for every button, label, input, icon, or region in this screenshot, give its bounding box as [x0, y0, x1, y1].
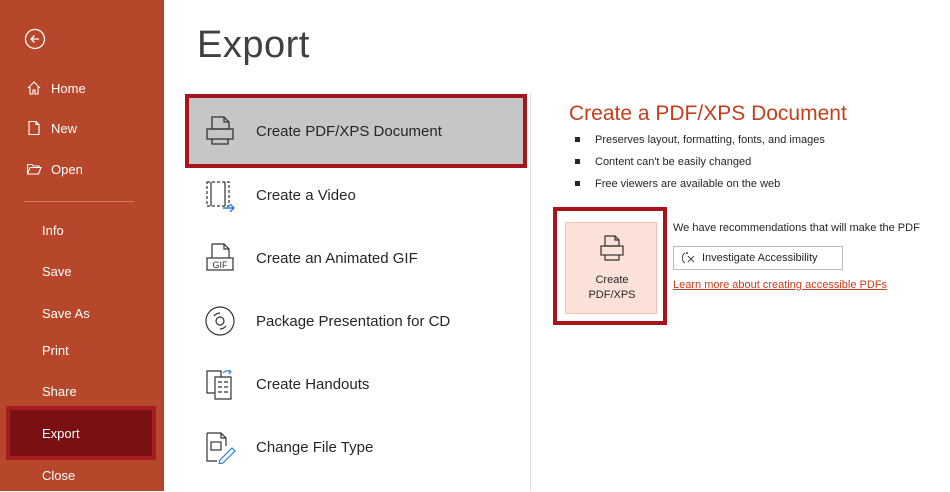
feature-item: Preserves layout, formatting, fonts, and… [575, 132, 825, 154]
learn-more-link[interactable]: Learn more about creating accessible PDF… [673, 279, 887, 291]
option-label: Create a Video [256, 186, 356, 204]
open-folder-icon [26, 161, 42, 177]
home-icon [26, 80, 42, 96]
accessibility-check-icon [681, 251, 696, 265]
sidebar-item-save[interactable]: Save [0, 254, 164, 288]
sidebar-item-label: Info [42, 222, 64, 238]
sidebar-item-label: Export [42, 425, 80, 441]
sidebar-item-save-as[interactable]: Save As [0, 296, 164, 330]
create-button-line1: Create [595, 274, 629, 286]
option-label: Create an Animated GIF [256, 249, 418, 267]
option-label: Package Presentation for CD [256, 312, 451, 330]
feature-list: Preserves layout, formatting, fonts, and… [575, 132, 825, 198]
new-document-icon [26, 120, 42, 136]
pdf-document-icon [203, 114, 237, 148]
sidebar-item-label: Save As [42, 305, 90, 321]
cd-icon [203, 304, 237, 338]
change-file-type-icon [203, 430, 237, 465]
option-change-file-type[interactable]: Change File Type [185, 416, 527, 478]
sidebar-item-new[interactable]: New [0, 111, 164, 145]
create-pdf-xps-button[interactable]: Create PDF/XPS [565, 222, 657, 314]
sidebar-separator [24, 201, 134, 202]
detail-title: Create a PDF/XPS Document [569, 102, 847, 125]
sidebar-item-label: Share [42, 383, 77, 399]
sidebar-item-label: Close [42, 467, 76, 483]
option-package-for-cd[interactable]: Package Presentation for CD [185, 290, 527, 352]
option-create-animated-gif[interactable]: GIF Create an Animated GIF [185, 227, 527, 289]
sidebar-item-label: Open [51, 161, 83, 177]
recommendation-text: We have recommendations that will make t… [673, 222, 920, 234]
video-icon [203, 178, 237, 213]
sidebar-item-share[interactable]: Share [0, 374, 164, 408]
back-arrow-icon[interactable] [24, 28, 46, 50]
pdf-printer-icon [600, 235, 624, 270]
sidebar-item-print[interactable]: Print [0, 333, 164, 367]
page-title: Export [197, 24, 310, 66]
option-label: Change File Type [256, 438, 374, 456]
gif-icon: GIF [203, 241, 237, 275]
investigate-accessibility-button[interactable]: Investigate Accessibility [673, 246, 843, 270]
sidebar-item-label: Save [42, 263, 72, 279]
feature-item: Content can't be easily changed [575, 154, 825, 176]
column-divider [530, 92, 531, 491]
option-create-video[interactable]: Create a Video [185, 164, 527, 226]
svg-text:GIF: GIF [213, 260, 229, 270]
create-button-line2: PDF/XPS [588, 289, 636, 301]
sidebar-item-label: Home [51, 80, 86, 96]
handouts-icon [203, 367, 237, 401]
option-create-pdf-xps[interactable]: Create PDF/XPS Document [185, 94, 527, 168]
option-label: Create Handouts [256, 375, 370, 393]
investigate-label: Investigate Accessibility [702, 252, 818, 264]
sidebar-item-export[interactable]: Export [6, 406, 156, 460]
option-create-handouts[interactable]: Create Handouts [185, 353, 527, 415]
sidebar-item-label: New [51, 120, 78, 136]
create-button-label: Create PDF/XPS [566, 273, 658, 303]
sidebar-item-label: Print [42, 342, 69, 358]
sidebar-item-info[interactable]: Info [0, 213, 164, 247]
option-label: Create PDF/XPS Document [256, 122, 442, 140]
sidebar-item-close[interactable]: Close [0, 458, 164, 492]
sidebar-item-home[interactable]: Home [0, 71, 164, 105]
feature-item: Free viewers are available on the web [575, 176, 825, 198]
sidebar-item-open[interactable]: Open [0, 152, 164, 186]
